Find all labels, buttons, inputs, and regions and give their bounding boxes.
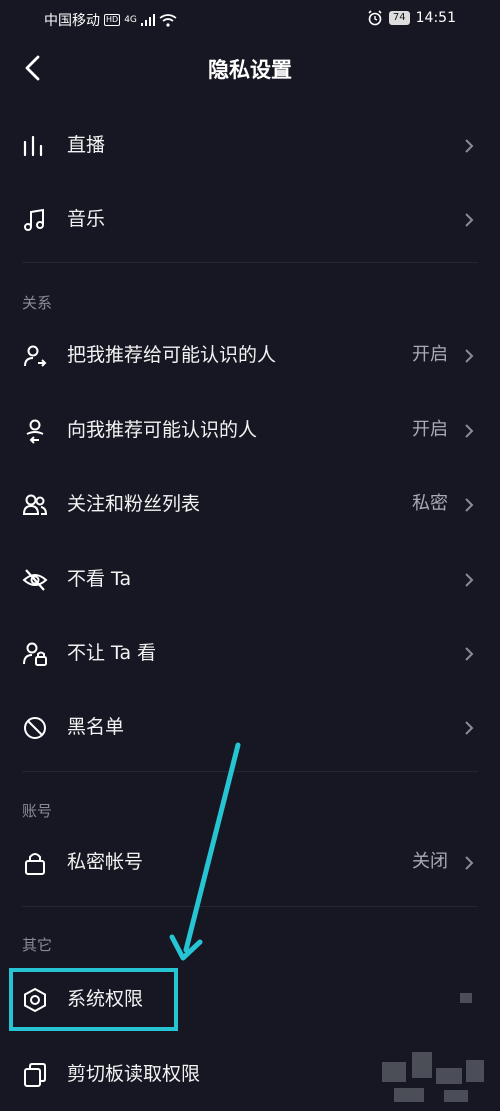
row-live[interactable]: 直播 (0, 108, 500, 182)
highlight-box (9, 968, 178, 1031)
status-left: 中国移动 HD 4G (44, 10, 177, 30)
section-title-other: 其它 (22, 936, 53, 954)
row-label: 剪切板读取权限 (67, 1063, 201, 1085)
carrier-label: 中国移动 (44, 13, 100, 29)
lock-icon (25, 853, 45, 875)
divider (22, 771, 478, 772)
row-label: 关注和粉丝列表 (67, 493, 201, 515)
row-label: 向我推荐可能认识的人 (67, 419, 258, 441)
status-bar: 中国移动 HD 4G 74 14:51 (0, 0, 500, 38)
row-label: 不看 Ta (67, 568, 132, 590)
block-icon (24, 717, 46, 739)
wifi-icon (159, 13, 177, 27)
row-value: 开启 (412, 419, 448, 440)
divider (22, 906, 478, 907)
page-title: 隐私设置 (208, 58, 292, 82)
row-recommend-to-me[interactable]: 向我推荐可能认识的人 开启 (0, 393, 500, 467)
bar-chart-icon (23, 135, 43, 157)
signal-icon (140, 14, 155, 26)
row-label: 私密帐号 (67, 851, 144, 873)
chevron-right-icon (465, 647, 474, 661)
row-follow-list[interactable]: 关注和粉丝列表 私密 (0, 467, 500, 541)
chevron-right-icon (465, 349, 474, 363)
chevron-right-icon (465, 424, 474, 438)
music-note-icon (24, 208, 44, 231)
people-icon (22, 494, 48, 515)
section-title-relations: 关系 (22, 294, 53, 312)
chevron-right-icon (465, 856, 474, 870)
row-private-account[interactable]: 私密帐号 关闭 (0, 825, 500, 899)
chevron-right-icon (465, 213, 474, 227)
chevron-right-icon (465, 139, 474, 153)
row-label: 把我推荐给可能认识的人 (67, 344, 277, 366)
row-recommend-me[interactable]: 把我推荐给可能认识的人 开启 (0, 318, 500, 392)
row-label: 不让 Ta 看 (67, 642, 157, 664)
battery-indicator: 74 (388, 11, 410, 25)
chevron-right-icon (465, 498, 474, 512)
chevron-right-icon (465, 573, 474, 587)
divider (22, 262, 478, 263)
row-value: 开启 (412, 344, 448, 365)
hd-badge: HD (104, 14, 121, 26)
section-title-account: 账号 (22, 802, 53, 820)
row-label: 直播 (67, 134, 106, 156)
person-lock-icon (23, 642, 47, 666)
row-not-let-ta-see[interactable]: 不让 Ta 看 (0, 616, 500, 690)
row-label: 音乐 (67, 208, 106, 230)
row-not-see-ta[interactable]: 不看 Ta (0, 542, 500, 616)
network-type: 4G (124, 15, 137, 25)
row-blacklist[interactable]: 黑名单 (0, 690, 500, 764)
clock: 14:51 (415, 10, 456, 26)
status-right: 74 14:51 (367, 10, 456, 26)
chevron-right-icon (465, 721, 474, 735)
eye-off-icon (22, 569, 48, 591)
header: 隐私设置 (0, 38, 500, 98)
alarm-icon (368, 10, 382, 26)
row-label: 黑名单 (67, 716, 125, 738)
clipboard-icon (24, 1063, 46, 1087)
row-music[interactable]: 音乐 (0, 182, 500, 256)
person-share-icon (24, 345, 47, 367)
person-recommend-icon (26, 419, 44, 444)
row-value: 关闭 (412, 851, 448, 872)
row-value: 私密 (412, 493, 448, 514)
